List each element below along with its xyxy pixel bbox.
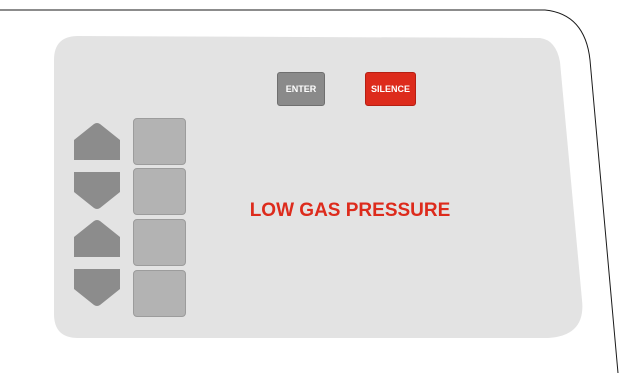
arrow-up-icon[interactable]	[74, 122, 120, 162]
display-cell-2	[133, 168, 186, 215]
enter-button[interactable]: ENTER	[277, 72, 325, 106]
arrow-up-icon[interactable]	[74, 219, 120, 259]
display-cell-4	[133, 270, 186, 317]
silence-button[interactable]: SILENCE	[365, 72, 416, 106]
arrow-down-icon[interactable]	[74, 267, 120, 307]
alarm-message: LOW GAS PRESSURE	[249, 200, 451, 221]
arrow-down-icon[interactable]	[74, 170, 120, 210]
display-cell-3	[133, 219, 186, 266]
display-cell-1	[133, 118, 186, 165]
